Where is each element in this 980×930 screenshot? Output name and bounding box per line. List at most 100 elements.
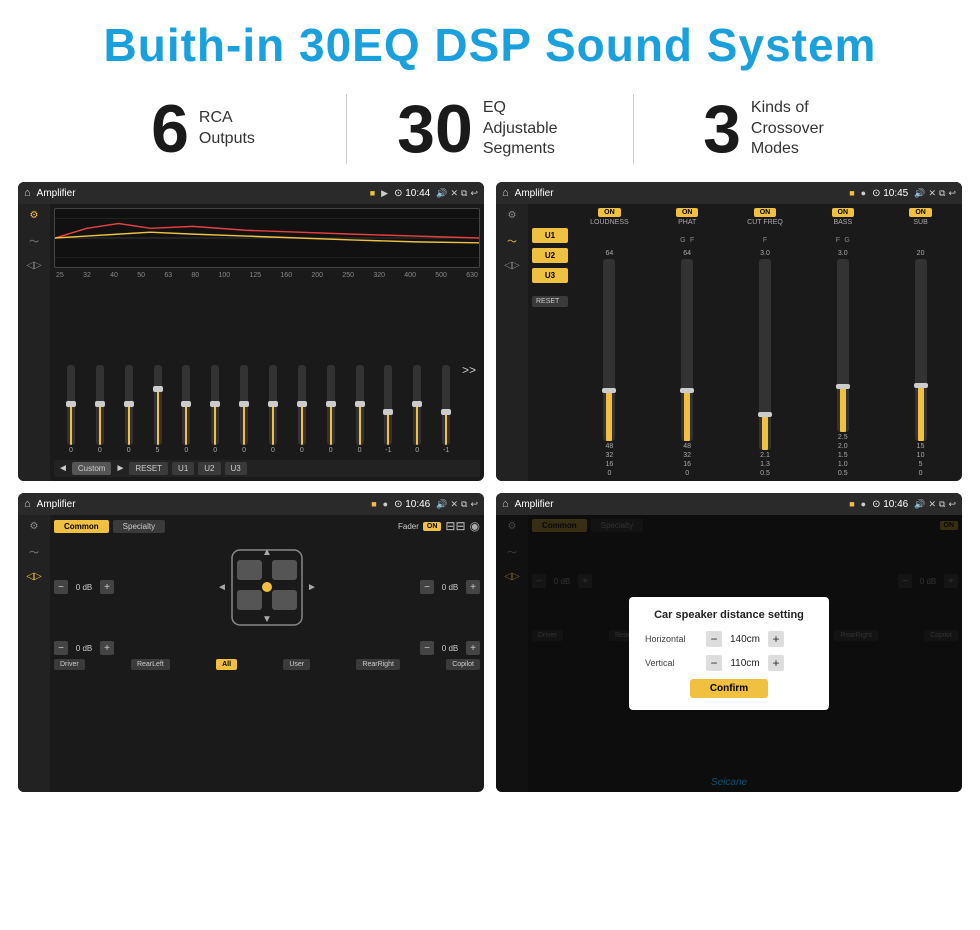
eq-slider-11[interactable]: 0 xyxy=(347,364,373,454)
stats-row: 6 RCAOutputs 30 EQ AdjustableSegments 3 … xyxy=(0,84,980,182)
vol-plus-bl[interactable]: + xyxy=(100,641,114,655)
vol-minus-bl[interactable]: − xyxy=(54,641,68,655)
crossover-filter-icon[interactable]: ⚙ xyxy=(508,210,517,221)
eq-slider-3[interactable]: 0 xyxy=(116,364,142,454)
page-wrapper: Buith-in 30EQ DSP Sound System 6 RCAOutp… xyxy=(0,0,980,930)
eq-custom-btn[interactable]: Custom xyxy=(72,462,112,475)
vol-minus-tr[interactable]: − xyxy=(420,580,434,594)
fader-wave-icon[interactable]: 〜 xyxy=(29,544,39,559)
fader-on-toggle[interactable]: ON xyxy=(423,522,442,531)
eq-reset-btn[interactable]: RESET xyxy=(129,462,168,475)
fader-filter-icon[interactable]: ⚙ xyxy=(30,521,39,532)
vol-plus-tr[interactable]: + xyxy=(466,580,480,594)
dialog-vertical-ctrl: − 110cm + xyxy=(706,655,784,671)
preset-u3-btn[interactable]: U3 xyxy=(532,268,568,283)
eq-prev-btn[interactable]: ◄ xyxy=(58,463,68,474)
eq-slider-6[interactable]: 0 xyxy=(202,364,228,454)
vol-minus-br[interactable]: − xyxy=(420,641,434,655)
eq-graph xyxy=(54,208,480,268)
eq-slider-4[interactable]: 5 xyxy=(145,364,171,454)
screen-fader-time: ⊙ 10:46 xyxy=(394,499,430,510)
vol-plus-br[interactable]: + xyxy=(466,641,480,655)
bass-toggle[interactable]: ON xyxy=(832,208,855,217)
stat-crossover: 3 Kinds ofCrossover Modes xyxy=(634,95,920,163)
seat-user-btn[interactable]: User xyxy=(283,659,310,670)
eq-more-icon[interactable]: >> xyxy=(462,363,476,377)
crossover-reset-btn[interactable]: RESET xyxy=(532,296,568,307)
seat-rearleft-btn[interactable]: RearLeft xyxy=(131,659,170,670)
home-icon-4: ⌂ xyxy=(502,498,509,510)
speaker-icon-2: 🔊 xyxy=(914,188,925,199)
eq-slider-8[interactable]: 0 xyxy=(260,364,286,454)
fader-volume-icon[interactable]: ◁▷ xyxy=(26,571,41,582)
fader-record-icon: ■ xyxy=(371,499,376,509)
seat-all-btn[interactable]: All xyxy=(216,659,237,670)
eq-main: 25 32 40 50 63 80 100 125 160 200 250 32… xyxy=(50,204,484,481)
preset-u1-btn[interactable]: U1 xyxy=(532,228,568,243)
seat-rearright-btn[interactable]: RearRight xyxy=(356,659,400,670)
fader-dot-icon: ● xyxy=(383,499,388,509)
eq-slider-2[interactable]: 0 xyxy=(87,364,113,454)
dialog-horizontal-minus[interactable]: − xyxy=(706,631,722,647)
eq-slider-10[interactable]: 0 xyxy=(318,364,344,454)
eq-filter-icon[interactable]: ⚙ xyxy=(30,210,39,221)
fader-tab-common[interactable]: Common xyxy=(54,520,109,533)
eq-freq-100: 100 xyxy=(218,272,230,279)
crossover-wave-icon[interactable]: 〜 xyxy=(507,233,517,248)
vol-plus-tl[interactable]: + xyxy=(100,580,114,594)
eq-u3-btn[interactable]: U3 xyxy=(225,462,247,475)
eq-u2-btn[interactable]: U2 xyxy=(198,462,220,475)
eq-wave-icon[interactable]: 〜 xyxy=(29,233,39,248)
cutfreq-sliders: 3.0 2.1 1.3 0.5 xyxy=(728,250,803,477)
eq-volume-icon[interactable]: ◁▷ xyxy=(26,260,41,271)
dialog-confirm-btn[interactable]: Confirm xyxy=(690,679,768,698)
vol-minus-tl[interactable]: − xyxy=(54,580,68,594)
back-icon-4: ↩ xyxy=(948,499,956,510)
close-icon-4: ✕ xyxy=(928,499,936,510)
header: Buith-in 30EQ DSP Sound System xyxy=(0,0,980,84)
eq-next-btn[interactable]: ► xyxy=(115,463,125,474)
crossover-record-icon: ■ xyxy=(849,188,854,198)
eq-slider-1[interactable]: 0 xyxy=(58,364,84,454)
loudness-toggle[interactable]: ON xyxy=(598,208,621,217)
eq-slider-13[interactable]: 0 xyxy=(404,364,430,454)
fader-label: Fader xyxy=(398,522,419,531)
speaker-icon: 🔊 xyxy=(436,188,447,199)
eq-slider-9[interactable]: 0 xyxy=(289,364,315,454)
eq-slider-14[interactable]: -1 xyxy=(433,364,459,454)
home-icon: ⌂ xyxy=(24,187,31,199)
cutfreq-toggle[interactable]: ON xyxy=(754,208,777,217)
phat-toggle[interactable]: ON xyxy=(676,208,699,217)
sub-sliders: 20 15 10 5 0 xyxy=(883,250,958,477)
screen-eq: ⌂ Amplifier ■ ▶ ⊙ 10:44 🔊 ✕ ⧉ ↩ ⚙ 〜 ◁▷ xyxy=(18,182,484,481)
loudness-label: LOUDNESS xyxy=(590,219,629,226)
dialog-vertical-plus[interactable]: + xyxy=(768,655,784,671)
eq-u1-btn[interactable]: U1 xyxy=(172,462,194,475)
dialog-horizontal-value: 140cm xyxy=(725,634,765,645)
eq-slider-7[interactable]: 0 xyxy=(231,364,257,454)
fader-tab-specialty[interactable]: Specialty xyxy=(113,520,165,533)
seat-copilot-btn[interactable]: Copilot xyxy=(446,659,480,670)
eq-freq-125: 125 xyxy=(249,272,261,279)
screens-grid: ⌂ Amplifier ■ ▶ ⊙ 10:44 🔊 ✕ ⧉ ↩ ⚙ 〜 ◁▷ xyxy=(0,182,980,802)
dist-dot-icon: ● xyxy=(861,499,866,509)
stat-rca-label: RCAOutputs xyxy=(199,108,255,150)
eq-slider-12[interactable]: -1 xyxy=(375,364,401,454)
dialog-horizontal-plus[interactable]: + xyxy=(768,631,784,647)
crossover-volume-icon[interactable]: ◁▷ xyxy=(504,260,519,271)
eq-slider-5[interactable]: 0 xyxy=(173,364,199,454)
ch-sub: ON SUB xyxy=(883,208,958,226)
seat-driver-btn[interactable]: Driver xyxy=(54,659,85,670)
dialog-vertical-minus[interactable]: − xyxy=(706,655,722,671)
screen-eq-content: ⚙ 〜 ◁▷ xyxy=(18,204,484,481)
sub-label: SUB xyxy=(913,219,927,226)
screen-eq-title: Amplifier xyxy=(37,188,364,199)
preset-u2-btn[interactable]: U2 xyxy=(532,248,568,263)
sub-toggle[interactable]: ON xyxy=(909,208,932,217)
eq-freq-50: 50 xyxy=(137,272,145,279)
page-title: Buith-in 30EQ DSP Sound System xyxy=(20,18,960,72)
screen-crossover-sidebar: ⚙ 〜 ◁▷ xyxy=(496,204,528,481)
dist-record-icon: ■ xyxy=(849,499,854,509)
screen-distance-content: ⚙ 〜 ◁▷ Common Specialty ON − 0 xyxy=(496,515,962,792)
home-icon-2: ⌂ xyxy=(502,187,509,199)
